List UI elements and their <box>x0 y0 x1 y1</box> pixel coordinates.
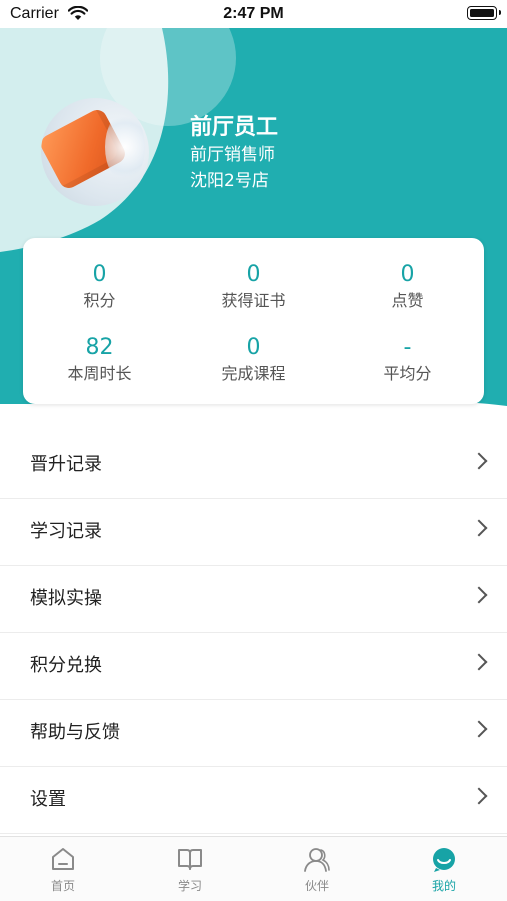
chevron-right-icon <box>470 586 488 604</box>
menu-item-label: 学习记录 <box>30 521 102 542</box>
chevron-right-icon <box>470 787 488 805</box>
tab-label: 我的 <box>431 879 456 893</box>
stat-value: 0 <box>246 262 261 287</box>
user-role: 前厅销售师 <box>190 145 275 165</box>
stat-value: 0 <box>246 335 261 360</box>
user-store: 沈阳2号店 <box>190 171 269 191</box>
stat-label: 平均分 <box>383 364 432 383</box>
stat-label: 完成课程 <box>221 364 286 383</box>
stat-weekly-duration[interactable]: 82 本周时长 <box>23 335 176 385</box>
menu-item-simulation-practice[interactable]: 模拟实操 <box>0 566 507 633</box>
avatar[interactable] <box>41 98 149 206</box>
tab-label: 伙伴 <box>304 879 329 893</box>
menu-item-label: 晋升记录 <box>30 454 102 475</box>
user-info: 前厅员工 前厅销售师 沈阳2号店 <box>190 114 278 194</box>
stat-value: - <box>403 335 412 360</box>
status-time: 2:47 PM <box>223 5 284 22</box>
menu-item-label: 积分兑换 <box>30 655 102 676</box>
stat-value: 0 <box>400 262 415 287</box>
tab-label: 学习 <box>177 879 202 893</box>
menu-item-promotion-records[interactable]: 晋升记录 <box>0 432 507 499</box>
tab-partners[interactable]: 伙伴 <box>254 837 380 901</box>
menu-item-help-feedback[interactable]: 帮助与反馈 <box>0 700 507 767</box>
user-name: 前厅员工 <box>190 115 279 140</box>
stat-likes[interactable]: 0 点赞 <box>331 262 484 312</box>
chevron-right-icon <box>470 452 488 470</box>
stat-label: 点赞 <box>391 291 424 310</box>
stat-average-score[interactable]: - 平均分 <box>331 335 484 385</box>
battery-icon <box>467 6 501 20</box>
menu-list: 晋升记录 学习记录 模拟实操 积分兑换 帮助与反馈 设置 <box>0 432 507 834</box>
menu-item-learning-records[interactable]: 学习记录 <box>0 499 507 566</box>
chevron-right-icon <box>470 519 488 537</box>
tab-me[interactable]: 我的 <box>381 837 507 901</box>
status-bar: Carrier 2:47 PM <box>0 0 507 28</box>
stat-label: 积分 <box>83 291 116 310</box>
partners-icon <box>304 848 330 872</box>
tab-label: 首页 <box>50 879 75 893</box>
stat-points[interactable]: 0 积分 <box>23 262 176 312</box>
stats-card: 0 积分 0 获得证书 0 点赞 82 本周时长 0 完成课程 - 平均分 <box>23 238 484 404</box>
chevron-right-icon <box>470 653 488 671</box>
chevron-right-icon <box>470 720 488 738</box>
menu-item-label: 模拟实操 <box>30 588 102 609</box>
menu-item-label: 帮助与反馈 <box>30 722 120 743</box>
stat-value: 0 <box>92 262 107 287</box>
home-icon <box>52 848 74 870</box>
stat-value: 82 <box>85 335 114 360</box>
tab-learning[interactable]: 学习 <box>127 837 253 901</box>
stat-completed-courses[interactable]: 0 完成课程 <box>177 335 330 385</box>
stat-certificates[interactable]: 0 获得证书 <box>177 262 330 312</box>
stat-label: 本周时长 <box>67 364 132 383</box>
book-icon <box>178 849 202 870</box>
tab-bar: 首页 学习 伙伴 我的 <box>0 836 507 901</box>
menu-item-points-exchange[interactable]: 积分兑换 <box>0 633 507 700</box>
menu-item-settings[interactable]: 设置 <box>0 767 507 834</box>
menu-item-label: 设置 <box>30 789 66 810</box>
stat-label: 获得证书 <box>221 291 286 310</box>
tab-home[interactable]: 首页 <box>0 837 126 901</box>
me-icon <box>433 848 455 872</box>
